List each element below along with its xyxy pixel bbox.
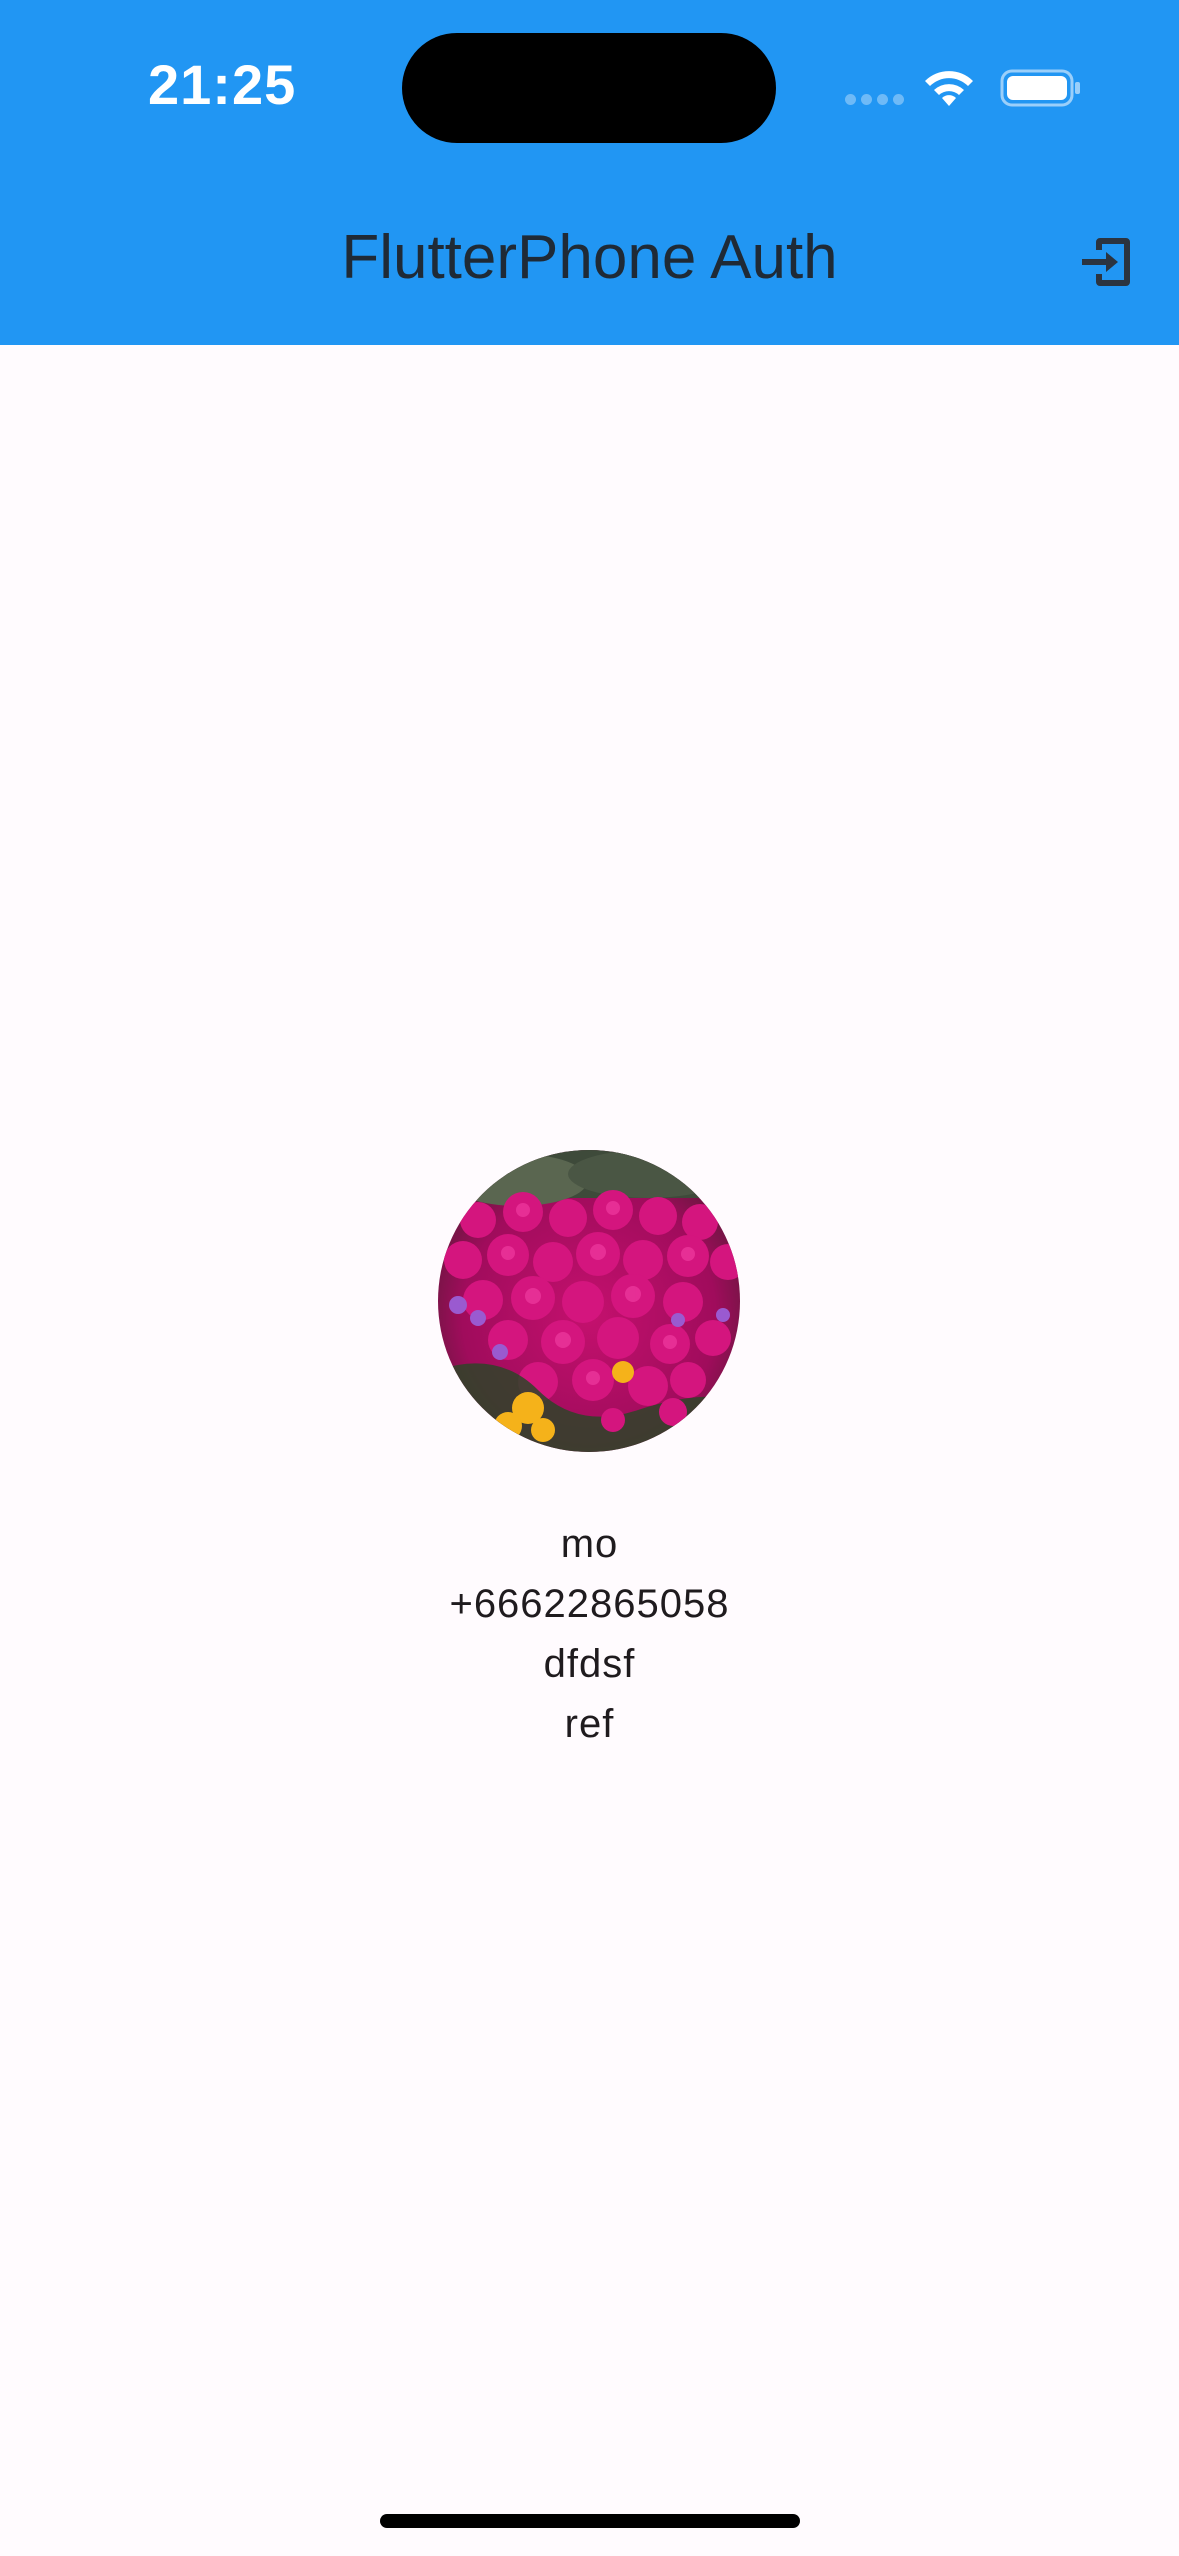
- profile-field-1: dfdsf: [543, 1642, 636, 1686]
- wifi-icon: [925, 71, 973, 106]
- home-indicator[interactable]: [380, 2514, 800, 2528]
- profile-name: mo: [560, 1522, 619, 1566]
- app-screen: 21:25 FlutterPhone Auth mo +66622865058 …: [0, 0, 1179, 2556]
- cellular-signal-icon: [845, 94, 905, 106]
- profile-phone: +66622865058: [449, 1582, 730, 1626]
- app-bar: 21:25 FlutterPhone Auth: [0, 0, 1179, 345]
- flower-photo: [438, 1150, 740, 1452]
- avatar: [438, 1150, 740, 1452]
- app-title: FlutterPhone Auth: [341, 223, 838, 292]
- status-time: 21:25: [148, 53, 297, 116]
- dynamic-island: [402, 33, 776, 143]
- profile-field-2: ref: [564, 1702, 615, 1746]
- battery-icon: [1000, 69, 1080, 107]
- logout-icon[interactable]: [1076, 232, 1136, 292]
